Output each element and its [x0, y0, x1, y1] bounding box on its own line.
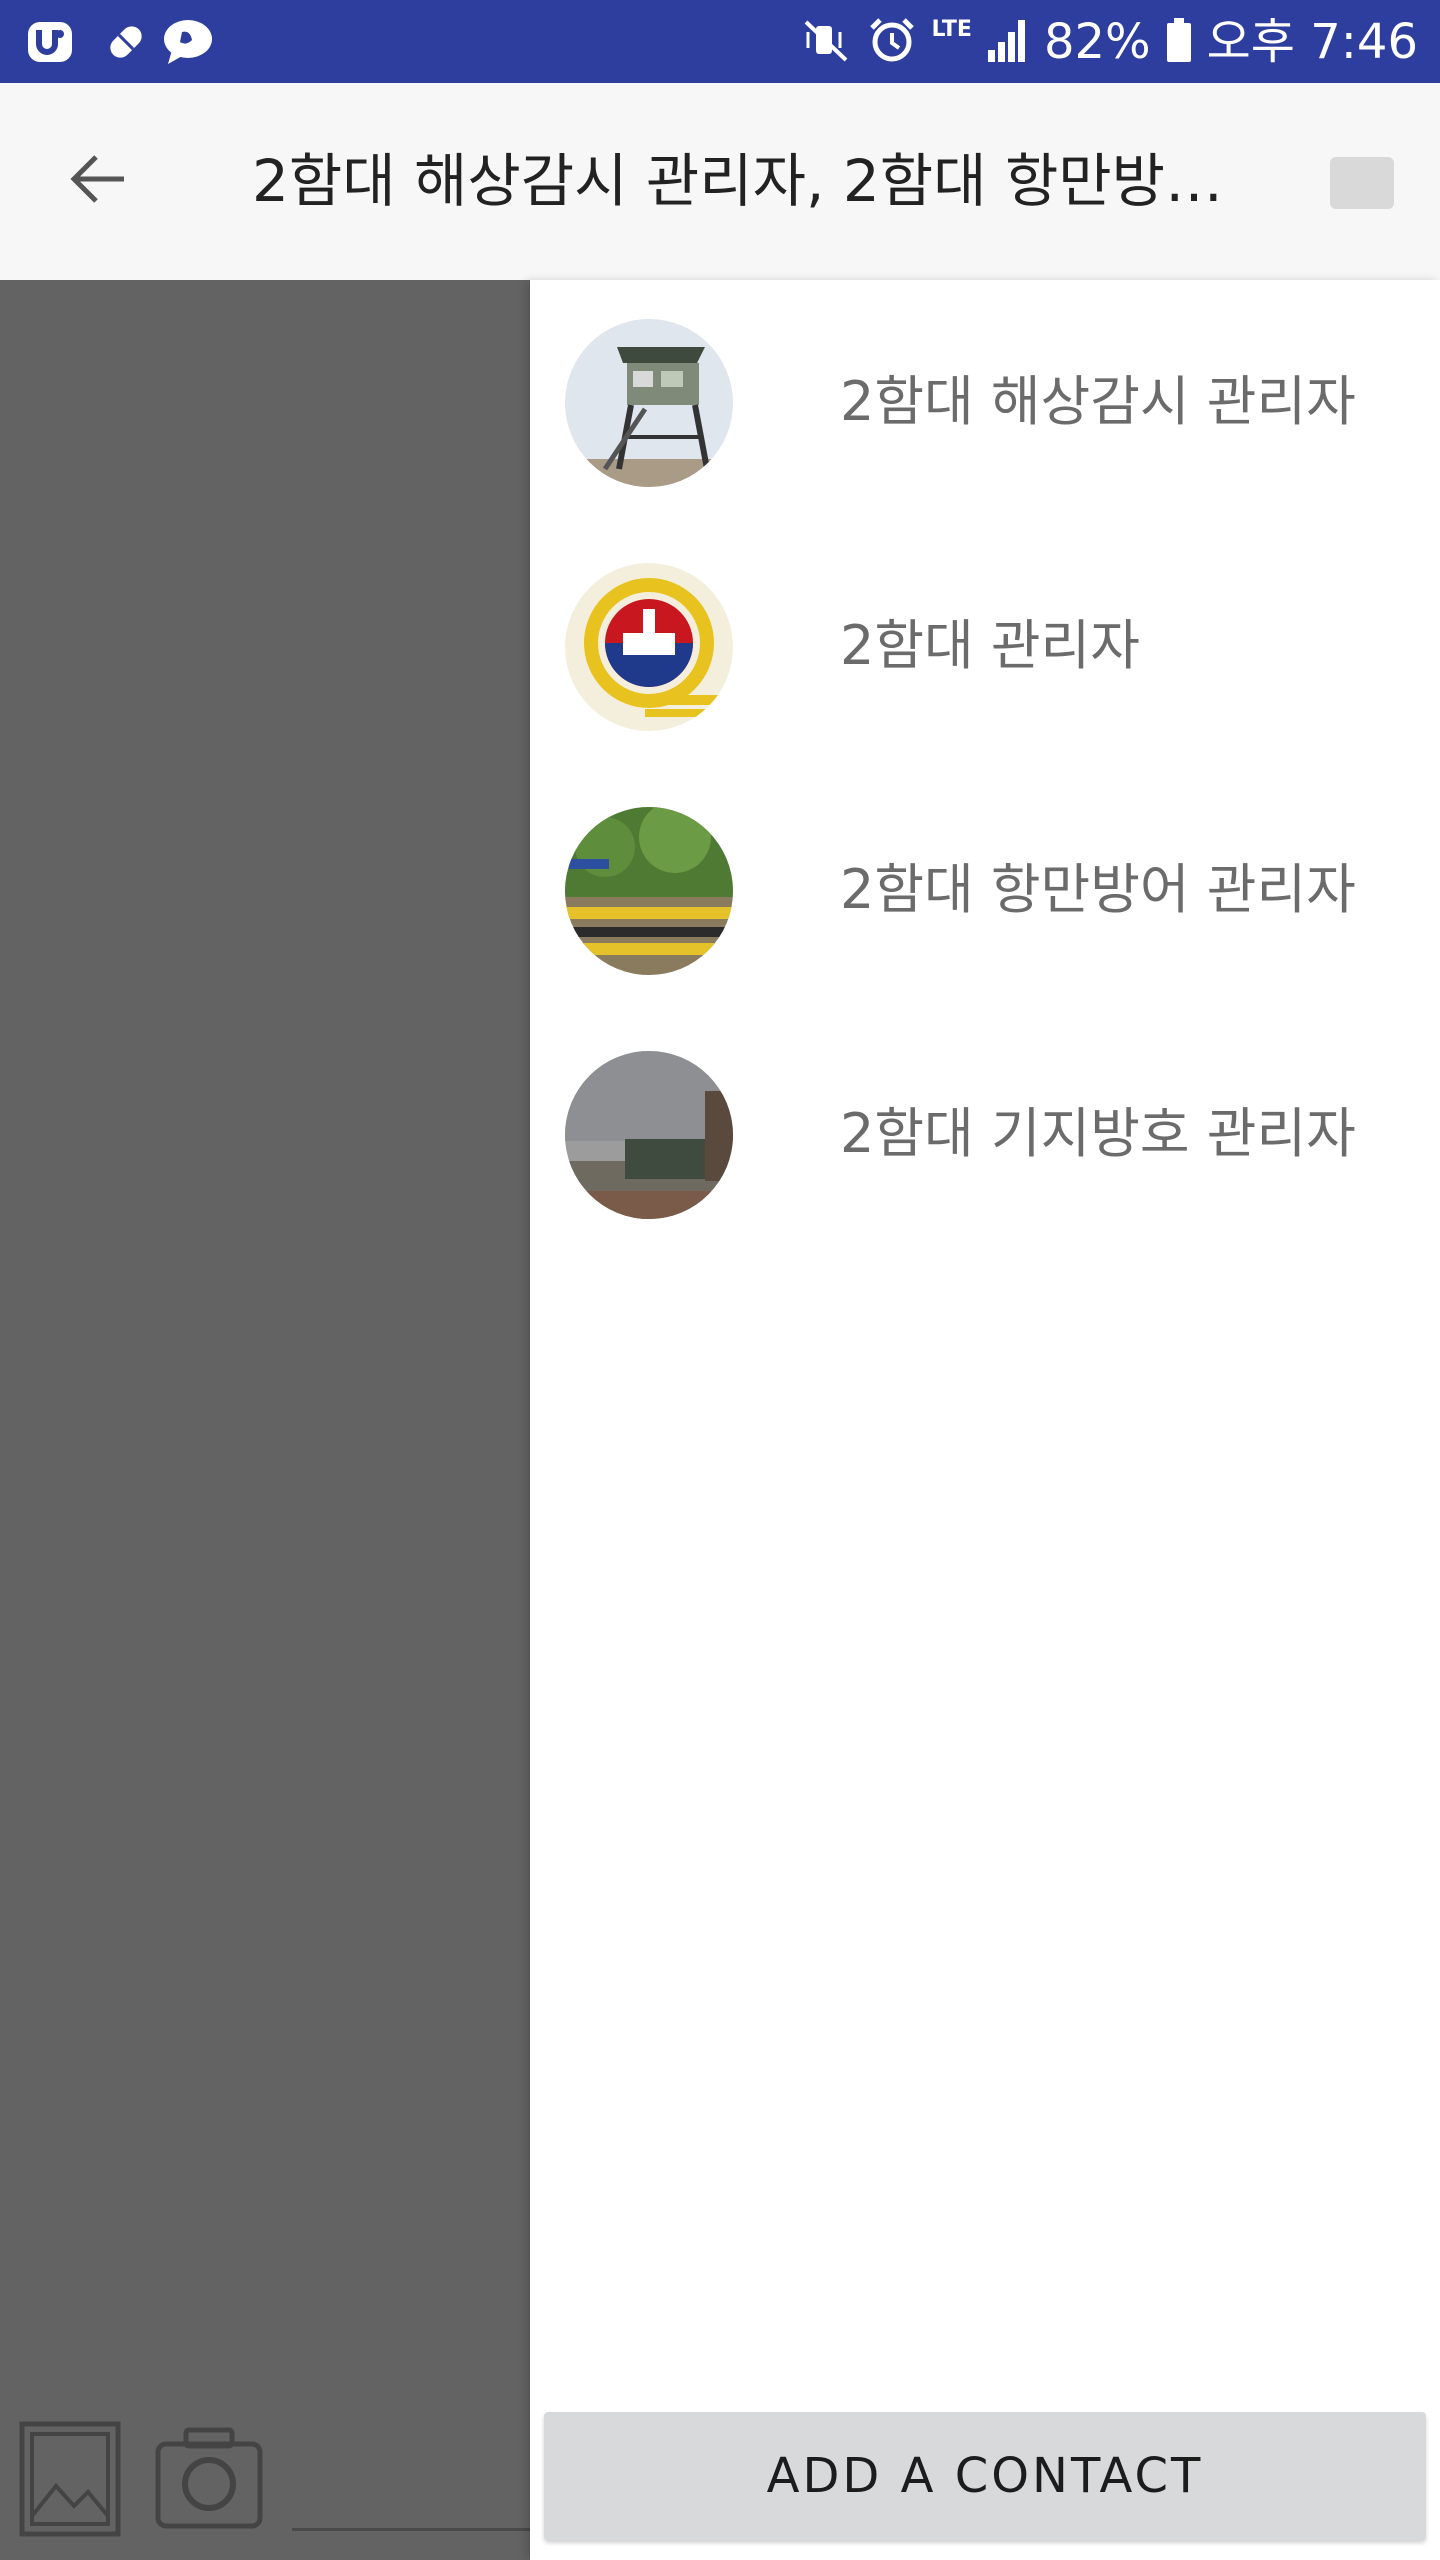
add-contact-button[interactable]: ADD A CONTACT	[544, 2412, 1426, 2540]
signal-icon	[986, 16, 1030, 68]
drawer-scrim[interactable]	[0, 280, 530, 2560]
status-bar: LTE 82% 오후 7:46	[0, 0, 1440, 83]
battery-percent: 82%	[1043, 13, 1151, 70]
camera-button[interactable]	[154, 2422, 264, 2532]
app-bar: 2함대 해상감시 관리자, 2함대 항만방…	[0, 83, 1440, 281]
avatar	[565, 1051, 733, 1219]
avatar	[565, 319, 733, 487]
message-input[interactable]	[292, 2528, 530, 2531]
page-title: 2함대 해상감시 관리자, 2함대 항만방…	[252, 147, 1224, 215]
member-name: 2함대 항만방어 관리자	[840, 858, 1356, 921]
status-bar-indicators: LTE 82% 오후 7:46	[800, 0, 1418, 83]
arrow-left-icon	[66, 147, 130, 215]
member-row[interactable]: 2함대 해상감시 관리자	[530, 280, 1440, 524]
clock: 오후 7:46	[1206, 13, 1418, 70]
participants-drawer: 2함대 해상감시 관리자 2함대 관리자 2함대 항만방어 관리자 2함대 기지…	[530, 280, 1440, 2560]
gallery-button[interactable]	[18, 2420, 122, 2538]
u-plus-app-icon	[22, 14, 78, 70]
lte-icon: LTE	[931, 17, 972, 42]
chat-bubble-icon	[160, 14, 216, 70]
back-button[interactable]	[48, 131, 148, 231]
pill-icon	[98, 14, 154, 70]
alarm-icon	[866, 14, 918, 70]
member-name: 2함대 해상감시 관리자	[840, 370, 1356, 433]
member-row[interactable]: 2함대 관리자	[530, 524, 1440, 768]
member-name: 2함대 관리자	[840, 614, 1140, 677]
mute-vibrate-icon	[800, 14, 852, 70]
camera-icon	[154, 2427, 264, 2536]
overflow-menu-button[interactable]	[1330, 157, 1394, 209]
battery-icon	[1165, 16, 1193, 68]
member-row[interactable]: 2함대 항만방어 관리자	[530, 768, 1440, 1012]
avatar	[565, 563, 733, 731]
member-row[interactable]: 2함대 기지방호 관리자	[530, 1012, 1440, 1256]
chat-room-screen: LTE 82% 오후 7:46 2함대 해상감시 관리자, 2함대 항만방… 2…	[0, 0, 1440, 2560]
gallery-icon	[18, 2421, 122, 2542]
avatar	[565, 807, 733, 975]
member-name: 2함대 기지방호 관리자	[840, 1102, 1356, 1165]
